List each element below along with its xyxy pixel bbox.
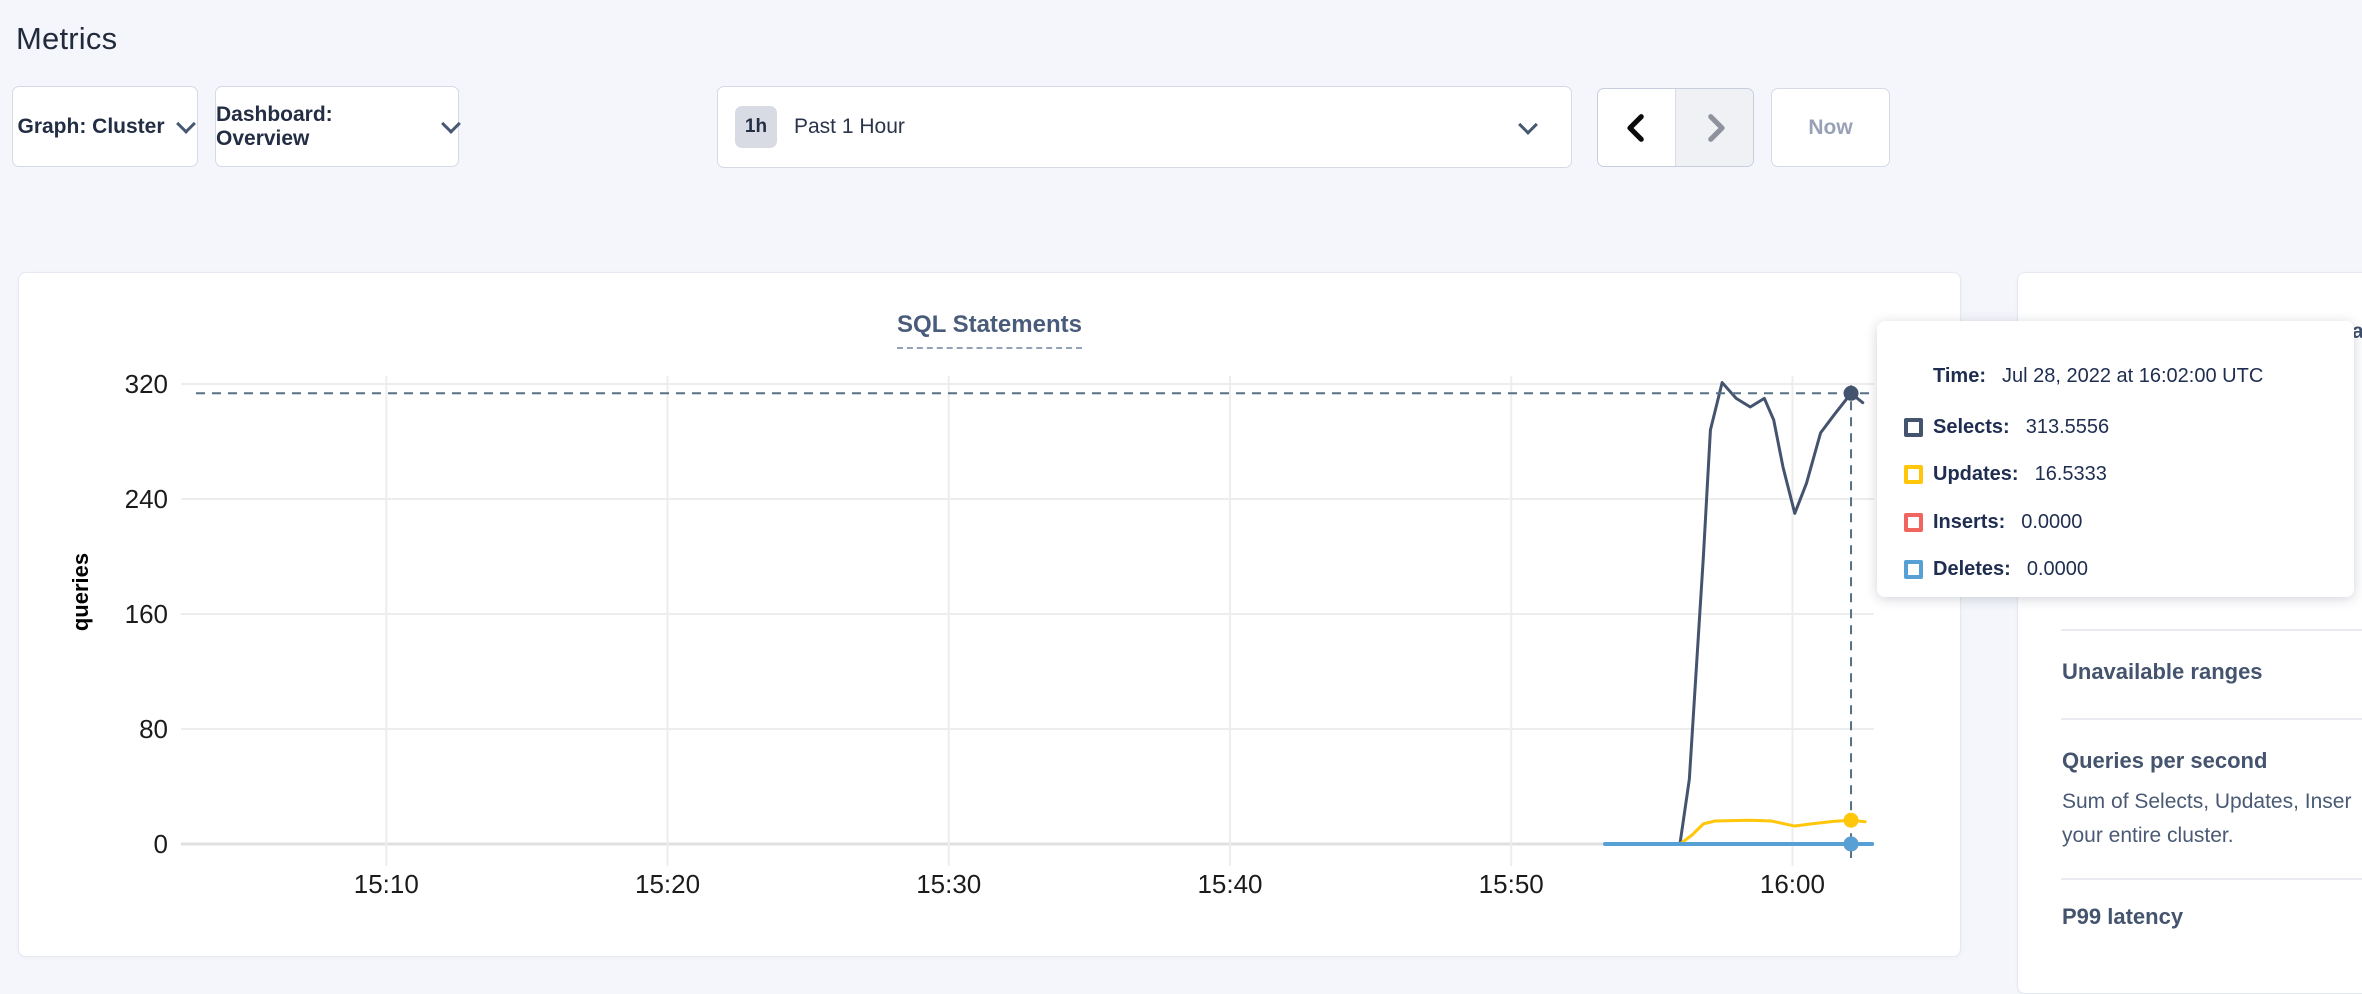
queries-per-second-description-line2: your entire cluster. (2062, 819, 2362, 853)
divider (2061, 878, 2362, 880)
deletes-swatch-icon (1904, 560, 1923, 579)
sidebar-item-p99-latency[interactable]: P99 latency (2062, 904, 2362, 930)
tooltip-deletes-value: 0.0000 (2027, 558, 2088, 581)
chevron-right-icon (1698, 109, 1732, 147)
chevron-down-icon (1518, 115, 1538, 135)
tooltip-inserts-label: Inserts: (1933, 511, 2005, 534)
time-back-button[interactable] (1598, 89, 1675, 166)
tooltip-time-label: Time: (1933, 365, 1986, 388)
divider (2061, 629, 2362, 631)
updates-swatch-icon (1904, 465, 1923, 484)
graph-dropdown[interactable]: Graph: Cluster (12, 86, 198, 167)
tooltip-deletes-label: Deletes: (1933, 558, 2011, 581)
tooltip-time-row: Time: Jul 28, 2022 at 16:02:00 UTC (1933, 365, 2263, 388)
time-range-dropdown[interactable]: 1h Past 1 Hour (717, 86, 1572, 168)
tooltip-inserts-value: 0.0000 (2021, 511, 2082, 534)
tooltip-selects-label: Selects: (1933, 416, 2010, 439)
selects-swatch-icon (1904, 418, 1923, 437)
dashboard-dropdown[interactable]: Dashboard: Overview (215, 86, 459, 167)
graph-dropdown-label: Graph: Cluster (17, 115, 164, 139)
tooltip-row-selects: Selects: 313.5556 (1904, 416, 2109, 439)
tooltip-row-inserts: Inserts: 0.0000 (1904, 511, 2082, 534)
tooltip-row-deletes: Deletes: 0.0000 (1904, 558, 2088, 581)
time-range-badge: 1h (735, 106, 777, 148)
tooltip-selects-value: 313.5556 (2026, 416, 2109, 439)
time-forward-button[interactable] (1675, 89, 1753, 166)
tooltip-row-updates: Updates: 16.5333 (1904, 463, 2107, 486)
tooltip-updates-label: Updates: (1933, 463, 2019, 486)
sidebar-item-queries-per-second[interactable]: Queries per second (2062, 748, 2362, 774)
chart-title[interactable]: SQL Statements (897, 311, 1082, 349)
chevron-left-icon (1620, 109, 1654, 147)
page-title: Metrics (16, 21, 117, 57)
sidebar-item-unavailable-ranges[interactable]: Unavailable ranges (2062, 659, 2362, 685)
dashboard-dropdown-label: Dashboard: Overview (216, 103, 430, 151)
chart-title-wrap: SQL Statements (19, 311, 1960, 349)
now-button[interactable]: Now (1771, 88, 1890, 167)
inserts-swatch-icon (1904, 513, 1923, 532)
chart-hover-tooltip: Time: Jul 28, 2022 at 16:02:00 UTC Selec… (1877, 321, 2354, 597)
sql-statements-card: SQL Statements (18, 272, 1961, 957)
time-range-label: Past 1 Hour (794, 115, 905, 139)
queries-per-second-description-line1: Sum of Selects, Updates, Inser (2062, 785, 2362, 819)
time-pager (1597, 88, 1754, 167)
tooltip-time-value: Jul 28, 2022 at 16:02:00 UTC (2002, 365, 2263, 388)
chevron-down-icon (441, 114, 461, 134)
divider (2061, 718, 2362, 720)
chevron-down-icon (176, 114, 196, 134)
tooltip-updates-value: 16.5333 (2035, 463, 2107, 486)
now-button-label: Now (1808, 116, 1852, 140)
